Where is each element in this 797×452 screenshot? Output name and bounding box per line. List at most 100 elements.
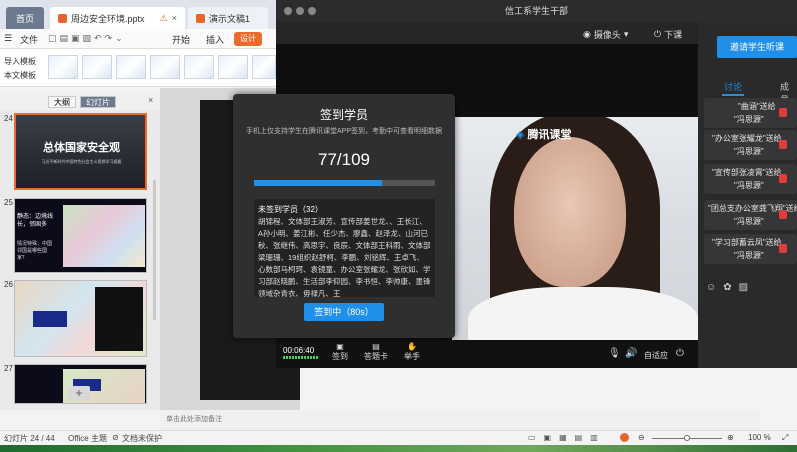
template-thumbnail[interactable] <box>184 55 214 79</box>
class-title: 信工系学生干部 <box>504 6 568 16</box>
slide-text: 静态：边境线长，邻国多 <box>17 214 54 228</box>
template-thumbnail[interactable] <box>116 55 146 79</box>
play-icon[interactable] <box>620 433 629 442</box>
zoom-slider-handle[interactable] <box>684 435 690 441</box>
slide-number: 26 <box>4 280 13 289</box>
slide-thumbnail-26[interactable] <box>14 280 147 357</box>
signin-countdown-button[interactable]: 签到中（80s） <box>304 303 384 321</box>
image-icon[interactable]: ▨ <box>739 282 748 293</box>
template-thumbnail[interactable] <box>82 55 112 79</box>
logo-icon: ◈ <box>516 128 525 141</box>
slide-thumbnail-25[interactable]: 静态：边境线长，邻国多 情况特殊：中国邻国是哪些国家？ <box>14 198 147 273</box>
signin-count: 77/109 <box>318 150 370 169</box>
gift-receiver: "冯思源" <box>734 115 764 124</box>
end-class-label: 下课 <box>664 30 683 40</box>
signin-label: 签到 <box>332 352 348 361</box>
info-box <box>33 311 67 327</box>
zoom-in-icon[interactable]: ⊕ <box>727 433 734 442</box>
adaptive-toggle[interactable]: 自适应 <box>644 350 668 361</box>
slide-number: 27 <box>4 364 13 373</box>
classroom-title-bar: 信工系学生干部 <box>276 0 797 22</box>
gift-icon <box>779 140 787 149</box>
gift-message: "学习部蓄云凤"送给 "冯思源" <box>704 234 797 264</box>
fullscreen-exit-icon[interactable]: ⏻ <box>676 348 684 359</box>
unsigned-list: 胡锦程、文体部王淑芳、宣传部姜世龙、、王长江、A孙小明、姜江彬、任少杰、廖鑫、赵… <box>258 217 431 297</box>
teacher-video <box>452 117 698 357</box>
import-template-button[interactable]: 导入模板 <box>4 56 36 67</box>
gift-icon <box>779 244 787 253</box>
flower-icon[interactable]: ✿ <box>723 282 731 293</box>
hand-icon: ✋ <box>407 342 417 351</box>
dialog-title: 签到学员 <box>319 108 368 122</box>
fit-window-icon[interactable]: ⤢ <box>782 433 788 443</box>
close-panel-icon[interactable]: × <box>148 95 153 105</box>
slide-panel-scrollbar[interactable] <box>153 180 156 320</box>
audio-level-meter <box>283 356 318 359</box>
slide-thumbnail-24[interactable]: 总体国家安全观 习近平新时代中国特色社会主义思想学习纲要 <box>14 113 147 190</box>
microphone-icon[interactable]: 🎙 <box>608 348 621 359</box>
desktop-background-strip <box>0 445 797 452</box>
tab-indicator <box>722 94 744 96</box>
tencent-classroom-logo: ◈ 腾讯课堂 <box>516 126 571 142</box>
template-thumbnail[interactable] <box>150 55 180 79</box>
tab-home[interactable]: 首页 <box>6 7 44 29</box>
ppt-file-icon <box>196 13 205 23</box>
speaker-icon[interactable]: 🔊 <box>625 348 637 359</box>
gift-receiver: "冯思源" <box>734 147 764 156</box>
chat-panel: 邀请学生听课 讨论 成员 "曲涵"送给 "冯思源" "办公室张耀龙"送给 "冯思… <box>698 22 797 368</box>
signin-progress-bar <box>254 180 435 186</box>
zoom-out-icon[interactable]: ⊖ <box>638 433 645 442</box>
tab-start[interactable]: 开始 <box>172 33 190 46</box>
gift-message: "曲涵"送给 "冯思源" <box>704 98 797 128</box>
tab-document-2[interactable]: 演示文稿1 <box>188 7 268 29</box>
tab-outline[interactable]: 大纲 <box>48 96 76 108</box>
zoom-level: 100 % <box>748 433 771 442</box>
invite-students-button[interactable]: 邀请学生听课 <box>717 36 797 58</box>
template-thumbnail[interactable] <box>218 55 248 79</box>
tab-slides[interactable]: 幻灯片 <box>80 96 116 108</box>
video-face <box>514 137 626 287</box>
tab-discuss[interactable]: 讨论 <box>724 80 742 93</box>
map-image <box>63 205 145 267</box>
template-thumbnail[interactable] <box>48 55 78 79</box>
view-mode-icons[interactable]: ▭▣▦▤▥ <box>528 433 606 442</box>
gift-sender: "办公室张耀龙"送给 <box>712 134 782 143</box>
shield-icon: ⊘ <box>112 433 119 442</box>
gift-message: "团总支办公室龚飞翔"送给 "冯思源" <box>704 200 797 230</box>
this-template-button[interactable]: 本文模板 <box>4 70 36 81</box>
warning-icon: ⚠ <box>159 12 168 23</box>
protection-status[interactable]: 文档未保护 <box>122 433 162 444</box>
signin-progress-fill <box>254 180 382 186</box>
add-slide-button[interactable]: + <box>68 386 90 400</box>
slide-thumbnail-panel: 24 总体国家安全观 习近平新时代中国特色社会主义思想学习纲要 25 静态：边境… <box>0 110 160 410</box>
tab-document-2-label: 演示文稿1 <box>209 13 251 24</box>
end-class-button[interactable]: ⏻ 下课 <box>654 28 682 41</box>
tab-document-active[interactable]: 周边安全环境.pptx ⚠ × <box>50 7 185 29</box>
tab-design[interactable]: 设计 <box>234 32 262 46</box>
unsigned-header: 未签到学员（32） <box>258 205 323 214</box>
tab-document-label: 周边安全环境.pptx <box>71 13 145 24</box>
raise-hand-button[interactable]: ✋ 举手 <box>404 342 420 362</box>
gift-receiver: "冯思源" <box>734 217 764 226</box>
close-window-icon[interactable] <box>284 7 292 15</box>
signin-button[interactable]: ▣ 签到 <box>332 342 348 362</box>
answer-card-label: 答题卡 <box>364 352 388 361</box>
unsigned-students-box[interactable]: 未签到学员（32） 胡锦程、文体部王淑芳、宣传部姜世龙、、王长江、A孙小明、姜江… <box>254 199 435 297</box>
minimize-window-icon[interactable] <box>296 7 304 15</box>
maximize-window-icon[interactable] <box>308 7 316 15</box>
answer-card-button[interactable]: ▤ 答题卡 <box>364 342 388 362</box>
gift-icon <box>779 174 787 183</box>
close-tab-icon[interactable]: × <box>172 13 177 23</box>
tab-insert[interactable]: 插入 <box>206 33 224 46</box>
file-menu[interactable]: 文件 <box>20 33 38 46</box>
camera-toggle[interactable]: ◉ 摄像头 ▾ <box>583 28 628 41</box>
emoji-icon[interactable]: ☺ <box>706 282 716 293</box>
template-thumbnail[interactable] <box>252 55 276 79</box>
menu-icon[interactable]: ☰ <box>4 33 12 44</box>
notes-area[interactable]: 单击此处添加备注 <box>160 410 760 430</box>
camera-label: 摄像头 <box>593 30 621 40</box>
gift-icon <box>779 210 787 219</box>
camera-icon: ◉ <box>583 29 591 39</box>
quick-access-icons[interactable]: ▢▤▣▧↶↷⌄ <box>48 33 126 44</box>
slide-number: 24 <box>4 114 13 123</box>
